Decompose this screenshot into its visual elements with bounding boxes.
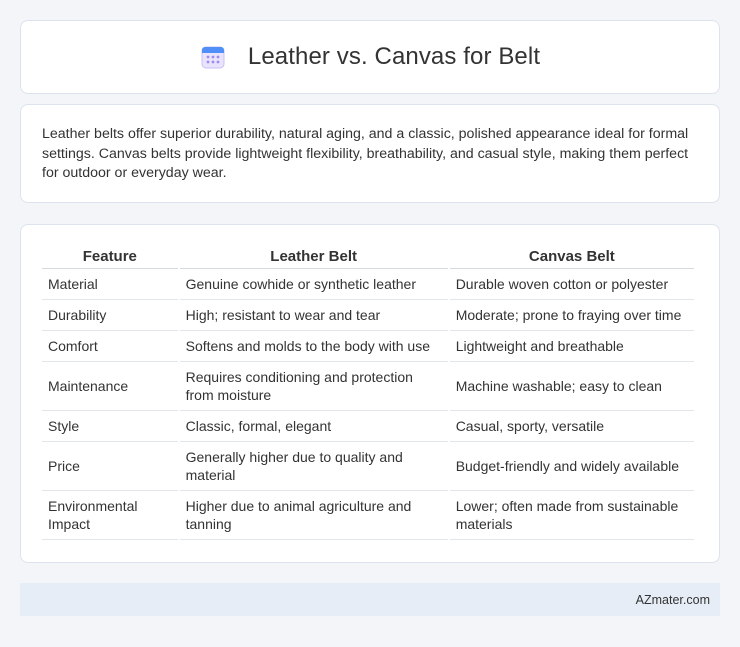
- canvas-cell: Casual, sporty, versatile: [449, 411, 694, 442]
- footer: AZmater.com: [20, 583, 720, 616]
- table-row: Comfort Softens and molds to the body wi…: [42, 331, 694, 362]
- feature-cell: Material: [42, 269, 178, 300]
- comparison-table: Feature Leather Belt Canvas Belt Materia…: [40, 245, 696, 540]
- canvas-cell: Lightweight and breathable: [449, 331, 694, 362]
- feature-cell: Maintenance: [42, 362, 178, 411]
- summary-text: Leather belts offer superior durability,…: [42, 126, 689, 181]
- feature-cell: Environmental Impact: [42, 491, 178, 540]
- leather-cell: Classic, formal, elegant: [179, 411, 448, 442]
- page-title: Leather vs. Canvas for Belt: [247, 43, 541, 70]
- canvas-cell: Budget-friendly and widely available: [449, 442, 694, 491]
- feature-cell: Comfort: [42, 331, 178, 362]
- leather-cell: Genuine cowhide or synthetic leather: [179, 269, 448, 300]
- header-feature: Feature: [42, 245, 178, 269]
- title-wrap: Leather vs. Canvas for Belt: [200, 43, 540, 71]
- canvas-cell: Lower; often made from sustainable mater…: [449, 491, 694, 540]
- table-row: Style Classic, formal, elegant Casual, s…: [42, 411, 694, 442]
- canvas-cell: Machine washable; easy to clean: [449, 362, 694, 411]
- footer-brand: AZmater.com: [635, 592, 710, 607]
- leather-cell: High; resistant to wear and tear: [179, 300, 448, 331]
- feature-cell: Durability: [42, 300, 178, 331]
- leather-cell: Generally higher due to quality and mate…: [179, 442, 448, 491]
- feature-cell: Style: [42, 411, 178, 442]
- table-row: Durability High; resistant to wear and t…: [42, 300, 694, 331]
- canvas-cell: Moderate; prone to fraying over time: [449, 300, 694, 331]
- leather-cell: Requires conditioning and protection fro…: [179, 362, 448, 411]
- title-card: Leather vs. Canvas for Belt: [20, 20, 720, 94]
- table-row: Material Genuine cowhide or synthetic le…: [42, 269, 694, 300]
- leather-cell: Higher due to animal agriculture and tan…: [179, 491, 448, 540]
- leather-cell: Softens and molds to the body with use: [179, 331, 448, 362]
- summary-card: Leather belts offer superior durability,…: [20, 104, 720, 203]
- canvas-cell: Durable woven cotton or polyester: [449, 269, 694, 300]
- feature-cell: Price: [42, 442, 178, 491]
- header-canvas-belt: Canvas Belt: [449, 245, 694, 269]
- header-leather-belt: Leather Belt: [179, 245, 448, 269]
- table-row: Price Generally higher due to quality an…: [42, 442, 694, 491]
- table-header-row: Feature Leather Belt Canvas Belt: [42, 245, 694, 269]
- comparison-table-card: Feature Leather Belt Canvas Belt Materia…: [20, 224, 720, 563]
- table-row: Maintenance Requires conditioning and pr…: [42, 362, 694, 411]
- calendar-icon: [201, 46, 225, 69]
- table-row: Environmental Impact Higher due to anima…: [42, 491, 694, 540]
